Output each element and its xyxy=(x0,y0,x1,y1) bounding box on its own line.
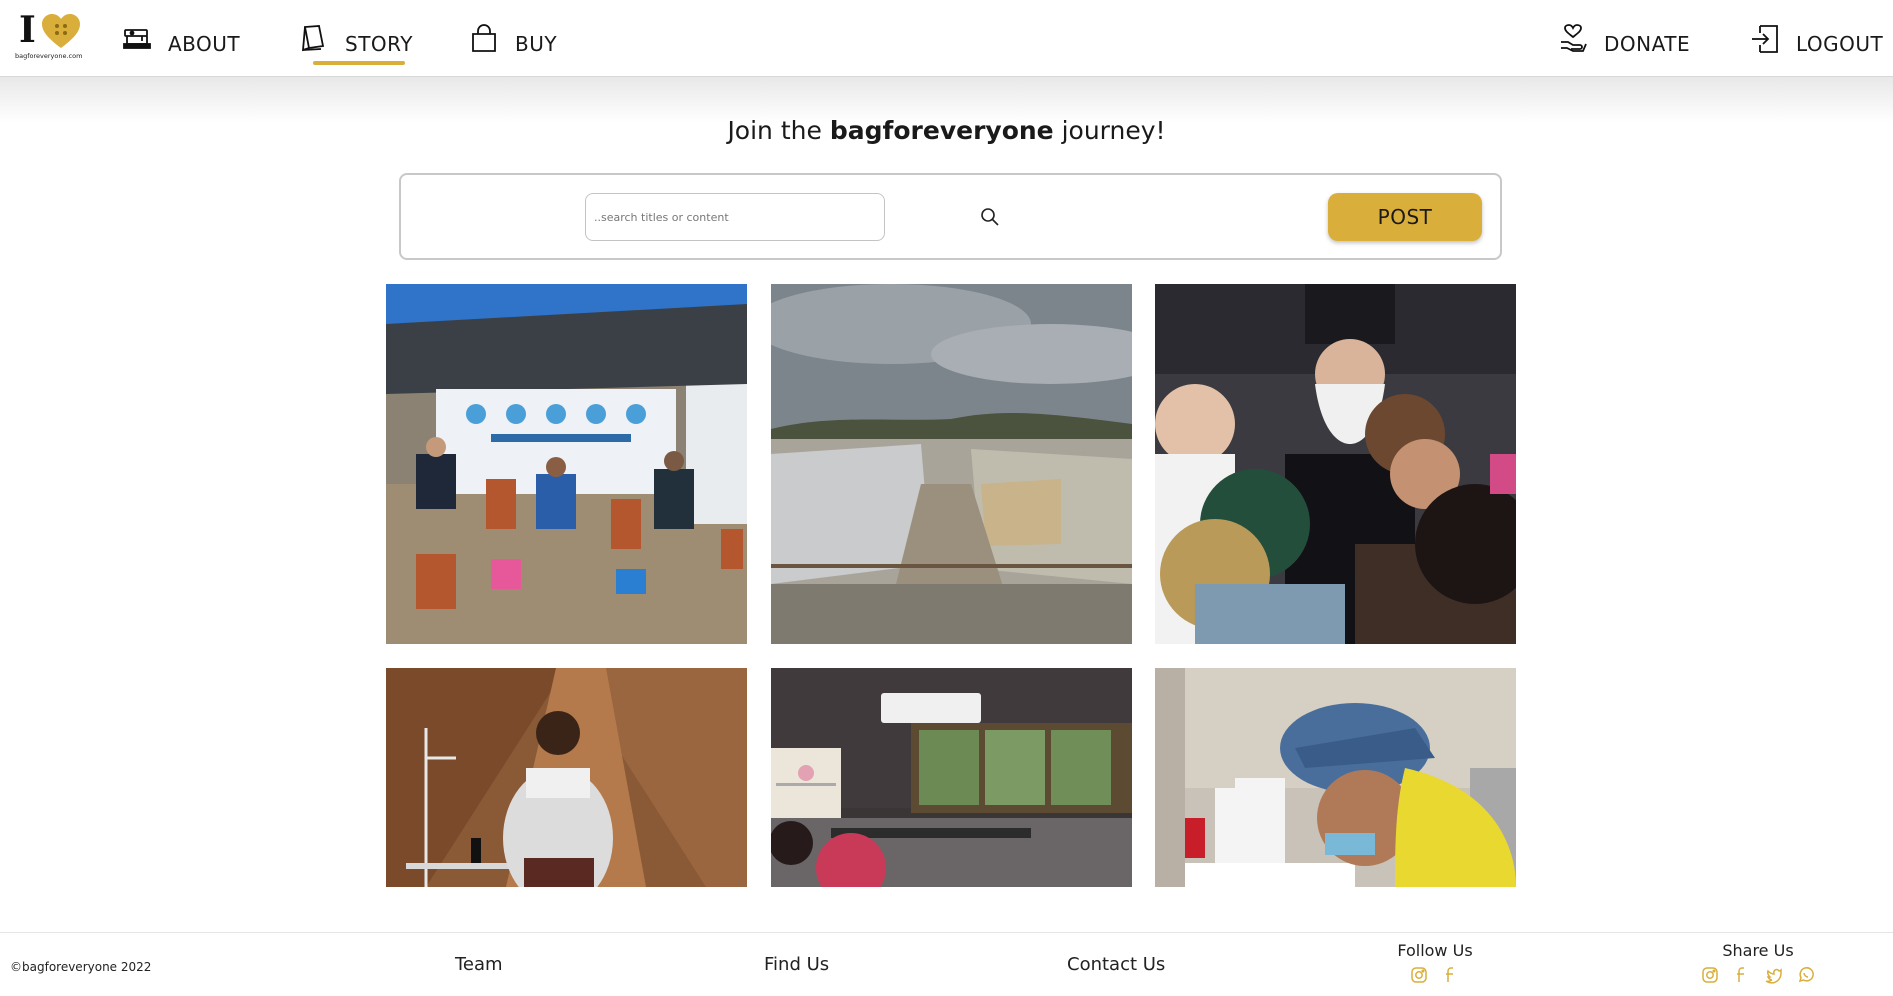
twitter-icon[interactable] xyxy=(1765,966,1783,984)
shopping-bag-icon xyxy=(472,24,496,52)
instagram-icon[interactable] xyxy=(1701,966,1719,984)
logo-letter: I xyxy=(19,9,36,51)
story-card[interactable] xyxy=(1155,668,1516,887)
story-image-workshop xyxy=(771,668,1132,887)
footer-link-find-us[interactable]: Find Us xyxy=(764,954,829,975)
top-nav: I bagforeveryone.com ABOUT STORY BUY DON… xyxy=(0,0,1893,77)
headline-suffix: journey! xyxy=(1053,116,1166,145)
share-us-title: Share Us xyxy=(1722,941,1794,960)
story-image-sewing-machine xyxy=(1155,668,1516,887)
nav-about-label: ABOUT xyxy=(168,32,241,56)
nav-logout-label: LOGOUT xyxy=(1796,32,1884,56)
story-card[interactable] xyxy=(386,668,747,887)
donate-hand-heart-icon xyxy=(1561,24,1587,52)
nav-donate[interactable]: DONATE xyxy=(1558,24,1690,64)
nav-donate-label: DONATE xyxy=(1604,32,1691,56)
story-card[interactable] xyxy=(386,284,747,644)
whatsapp-icon[interactable] xyxy=(1797,966,1815,984)
copyright-text: ©bagforeveryone 2022 xyxy=(10,960,152,974)
sewing-machine-icon xyxy=(123,29,151,49)
instagram-icon[interactable] xyxy=(1410,966,1428,984)
post-button[interactable]: POST xyxy=(1328,193,1482,241)
story-image-tailor xyxy=(386,668,747,887)
logout-icon xyxy=(1752,25,1778,53)
footer-link-team[interactable]: Team xyxy=(455,954,503,975)
headline-prefix: Join the xyxy=(727,116,830,145)
active-tab-indicator xyxy=(313,61,405,65)
story-card[interactable] xyxy=(771,668,1132,887)
story-card[interactable] xyxy=(771,284,1132,644)
share-us-group: Share Us xyxy=(1668,941,1848,984)
heart-button-icon xyxy=(42,14,80,48)
page-headline: Join the bagforeveryone journey! xyxy=(0,116,1893,145)
facebook-icon[interactable] xyxy=(1733,966,1751,984)
footer-link-contact-us[interactable]: Contact Us xyxy=(1067,954,1165,975)
story-image-tent-camp xyxy=(771,284,1132,644)
book-icon xyxy=(301,25,325,52)
brand-logo[interactable]: I bagforeveryone.com xyxy=(15,9,83,62)
nav-buy[interactable]: BUY xyxy=(469,24,557,64)
nav-logout[interactable]: LOGOUT xyxy=(1750,24,1883,64)
headline-brand: bagforeveryone xyxy=(829,116,1054,145)
story-image-handwashing-station xyxy=(386,284,747,644)
nav-about[interactable]: ABOUT xyxy=(122,24,240,64)
search-panel: POST xyxy=(399,173,1502,260)
facebook-icon[interactable] xyxy=(1442,966,1460,984)
site-footer: ©bagforeveryone 2022 Team Find Us Contac… xyxy=(0,932,1893,996)
nav-story[interactable]: STORY xyxy=(299,24,413,64)
search-icon[interactable] xyxy=(980,207,1000,227)
nav-buy-label: BUY xyxy=(515,32,558,56)
follow-us-title: Follow Us xyxy=(1397,941,1473,960)
story-image-crowd xyxy=(1155,284,1516,644)
search-input[interactable] xyxy=(585,193,885,241)
logo-text: bagforeveryone.com xyxy=(15,52,83,60)
follow-us-group: Follow Us xyxy=(1385,941,1485,984)
story-card[interactable] xyxy=(1155,284,1516,644)
nav-story-label: STORY xyxy=(345,32,413,56)
